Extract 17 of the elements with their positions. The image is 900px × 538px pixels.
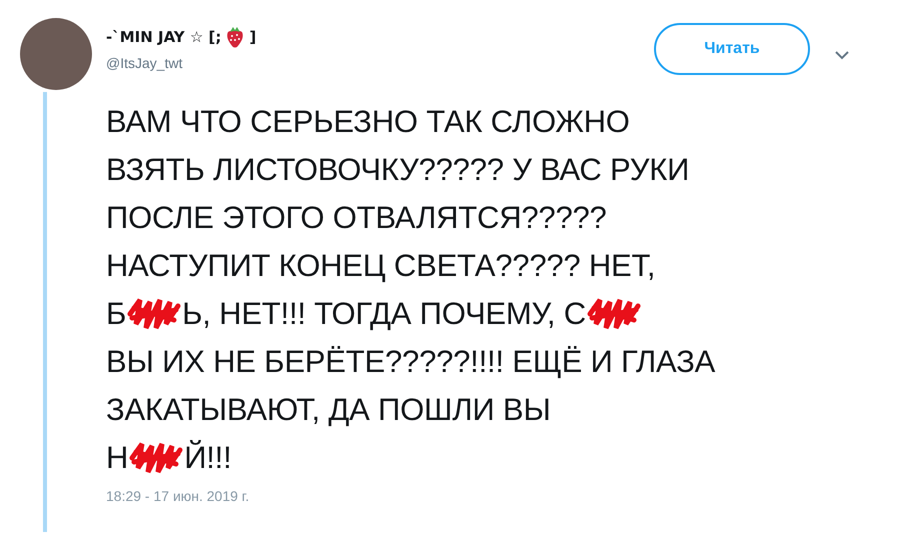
tweet-text: НАСТУПИТ КОНЕЦ СВЕТА????? НЕТ, [106, 247, 656, 285]
author-handle[interactable]: @ItsJay_twt [106, 52, 256, 74]
follow-button[interactable]: Читать [654, 23, 810, 75]
tweet-text: ВЗЯТЬ ЛИСТОВОЧКУ????? У ВАС РУКИ [106, 151, 690, 189]
tweet-text: Б [106, 295, 126, 333]
author-name[interactable]: -`MIN JAY ☆ [; [106, 26, 222, 48]
tweet-timestamp[interactable]: 18:29 - 17 июн. 2019 г. [106, 486, 900, 507]
tweet-text: Ь, НЕТ!!! ТОГДА ПОЧЕМУ, С [182, 295, 586, 333]
tweet-text: ЗАКАТЫВАЮТ, ДА ПОШЛИ ВЫ [106, 391, 551, 429]
tweet-text: ВАМ ЧТО СЕРЬЕЗНО ТАК СЛОЖНО [106, 103, 630, 141]
tweet-text: Й!!! [184, 439, 232, 477]
strawberry-icon [225, 26, 246, 48]
author-name-bracket: ] [249, 27, 256, 48]
tweet-text: Н [106, 439, 128, 477]
tweet-text: ВЫ ИХ НЕ БЕРЁТЕ?????!!!! ЕЩЁ И ГЛАЗА [106, 343, 716, 381]
chevron-down-icon[interactable] [834, 50, 850, 60]
tweet-text: ПОСЛЕ ЭТОГО ОТВАЛЯТСЯ????? [106, 199, 607, 237]
